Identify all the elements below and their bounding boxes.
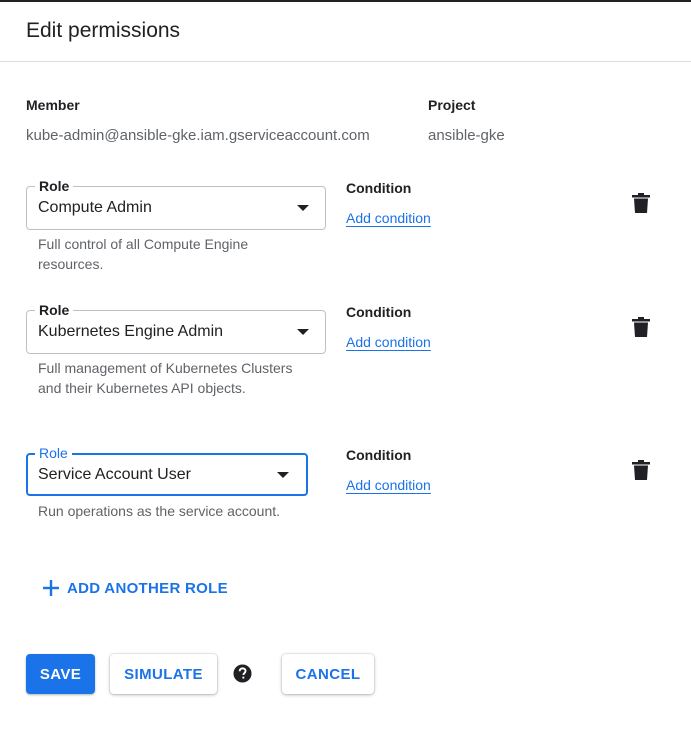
role-legend: Role — [35, 301, 74, 319]
add-condition-link[interactable]: Add condition — [346, 334, 431, 350]
dropdown-arrow-icon — [297, 329, 309, 335]
dropdown-arrow-icon — [297, 205, 309, 211]
role-description: Full control of all Compute Engine resou… — [38, 236, 249, 272]
role-select[interactable]: Role Service Account User — [26, 444, 308, 496]
simulate-button[interactable]: SIMULATE — [110, 654, 217, 694]
role-legend: Role — [35, 444, 72, 462]
delete-role-trash-icon[interactable] — [632, 460, 650, 480]
member-label: Member — [26, 97, 80, 113]
add-another-role-button[interactable]: ADD ANOTHER ROLE — [42, 576, 228, 600]
add-condition-link[interactable]: Add condition — [346, 477, 431, 493]
role-select[interactable]: Role Kubernetes Engine Admin — [26, 301, 326, 354]
role-value: Service Account User — [38, 466, 191, 483]
project-label: Project — [428, 97, 476, 113]
cancel-button[interactable]: CANCEL — [282, 654, 374, 694]
dialog-title: Edit permissions — [26, 19, 181, 42]
condition-label: Condition — [346, 180, 412, 196]
member-value: kube-admin@ansible-gke.iam.gserviceaccou… — [26, 127, 370, 144]
help-circle-icon[interactable] — [233, 664, 252, 683]
project-value: ansible-gke — [428, 127, 505, 144]
role-description: Full management of Kubernetes Clusters a… — [38, 360, 293, 396]
role-legend: Role — [35, 177, 74, 195]
plus-icon — [43, 580, 59, 596]
dropdown-arrow-icon — [277, 472, 289, 478]
role-value: Kubernetes Engine Admin — [38, 323, 224, 340]
add-another-role-label: ADD ANOTHER ROLE — [67, 579, 228, 597]
delete-role-trash-icon[interactable] — [632, 193, 650, 213]
role-value: Compute Admin — [38, 199, 152, 216]
condition-label: Condition — [346, 447, 412, 463]
add-condition-link[interactable]: Add condition — [346, 210, 431, 226]
role-select[interactable]: Role Compute Admin — [26, 177, 326, 230]
save-button[interactable]: SAVE — [26, 654, 95, 694]
condition-label: Condition — [346, 304, 412, 320]
role-description: Run operations as the service account. — [38, 503, 281, 519]
delete-role-trash-icon[interactable] — [632, 317, 650, 337]
dialog-header: Edit permissions — [0, 2, 691, 62]
